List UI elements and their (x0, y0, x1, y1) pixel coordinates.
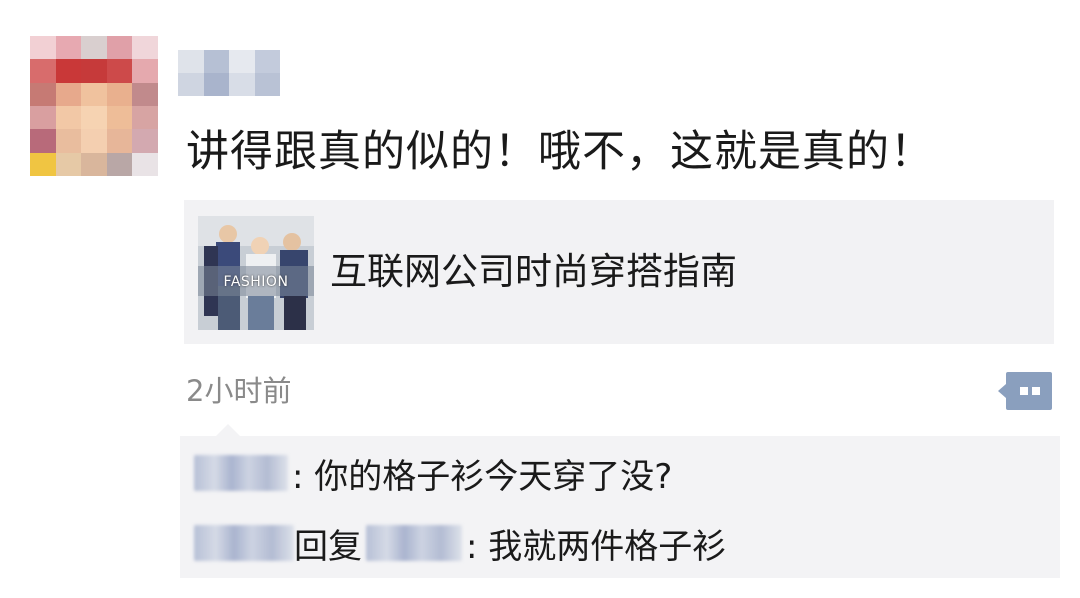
comment-bubble-icon (998, 372, 1052, 410)
post-timestamp: 2小时前 (186, 374, 292, 408)
comments-section: : 你的格子衫今天穿了没? 回复 : 我就两件格子衫 (180, 424, 1060, 578)
post-text: 讲得跟真的似的！哦不，这就是真的！ (186, 127, 934, 177)
comment-item[interactable]: 回复 : 我就两件格子衫 (194, 518, 726, 568)
comment-button[interactable] (996, 370, 1054, 412)
avatar[interactable] (30, 36, 158, 176)
thumbnail-caption: FASHION (223, 274, 289, 290)
link-thumbnail: FASHION (198, 216, 314, 330)
reply-target-name[interactable] (366, 525, 462, 561)
reply-label: 回复 (294, 526, 362, 567)
link-title: 互联网公司时尚穿搭指南 (330, 250, 737, 293)
shared-link-card[interactable]: FASHION 互联网公司时尚穿搭指南 (184, 200, 1054, 344)
username[interactable] (178, 50, 280, 96)
comment-item[interactable]: : 你的格子衫今天穿了没? (194, 448, 672, 498)
comment-text: : 你的格子衫今天穿了没? (292, 456, 673, 497)
commenter-name[interactable] (194, 455, 288, 491)
comment-text: : 我就两件格子衫 (466, 526, 727, 567)
commenter-name[interactable] (194, 525, 294, 561)
